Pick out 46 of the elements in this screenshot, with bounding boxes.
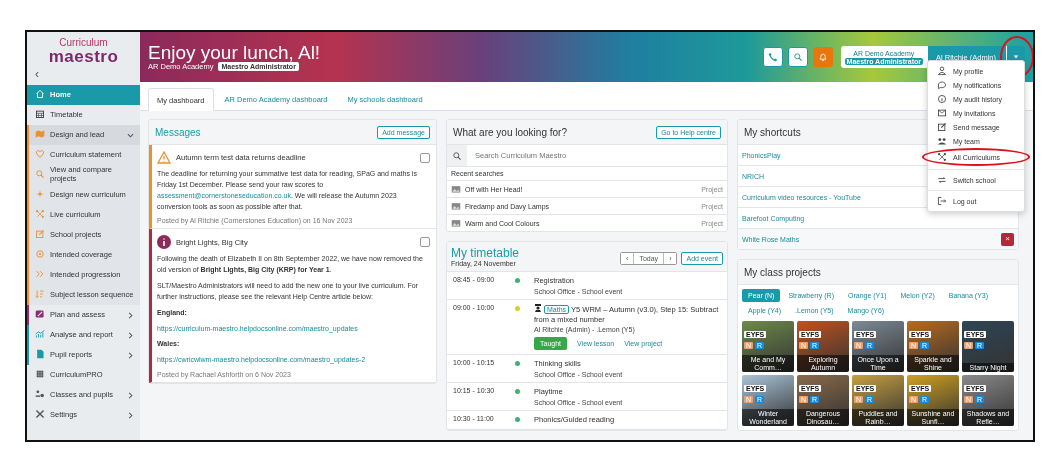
greeting-title: Enjoy your lunch, Al! — [148, 42, 322, 63]
notifications-button[interactable] — [812, 47, 833, 67]
sort-list-icon — [35, 289, 45, 299]
checkbox[interactable] — [420, 237, 430, 248]
panel-title: What are you looking for? — [453, 126, 567, 138]
edit-icon — [937, 122, 947, 132]
checkbox[interactable] — [420, 152, 430, 163]
collapse-button[interactable]: ‹ — [35, 67, 39, 81]
grid-icon — [35, 369, 45, 379]
house-icon — [35, 89, 45, 99]
phone-button[interactable] — [762, 47, 783, 67]
panel-title: Messages — [155, 126, 201, 138]
search-icon — [452, 150, 462, 161]
target-icon — [35, 249, 45, 259]
delete-button[interactable]: × — [1001, 232, 1014, 246]
info-icon — [157, 235, 171, 250]
search-icon — [792, 52, 803, 62]
logo: Curriculum maestro — [47, 36, 120, 65]
map-icon — [35, 129, 45, 139]
phone-icon — [767, 52, 778, 62]
panel-title: My timetable — [451, 246, 521, 260]
search-button[interactable] — [787, 47, 808, 67]
person-icon — [937, 66, 947, 76]
panel-title: My shortcuts — [744, 126, 801, 138]
info-icon — [937, 94, 947, 104]
pencil-icon — [35, 309, 45, 319]
logout-icon — [937, 196, 947, 206]
document-icon — [35, 349, 45, 359]
panel-title: My class projects — [744, 266, 821, 278]
network-icon — [35, 209, 45, 219]
envelope-icon — [937, 108, 947, 118]
calendar-icon — [35, 109, 45, 119]
network-icon — [937, 152, 947, 162]
image-icon — [451, 201, 461, 211]
double-chevron-icon — [35, 269, 45, 279]
sparkle-icon — [35, 189, 45, 199]
warning-icon — [157, 151, 171, 164]
image-icon — [451, 218, 461, 228]
speech-bubble-icon — [937, 80, 947, 90]
chart-icon — [35, 329, 45, 339]
image-icon — [451, 184, 461, 194]
edit-icon — [35, 229, 45, 239]
magnifier-icon — [35, 169, 45, 179]
bell-icon — [817, 52, 828, 62]
heart-icon — [35, 149, 45, 159]
swap-arrows-icon — [937, 175, 947, 185]
